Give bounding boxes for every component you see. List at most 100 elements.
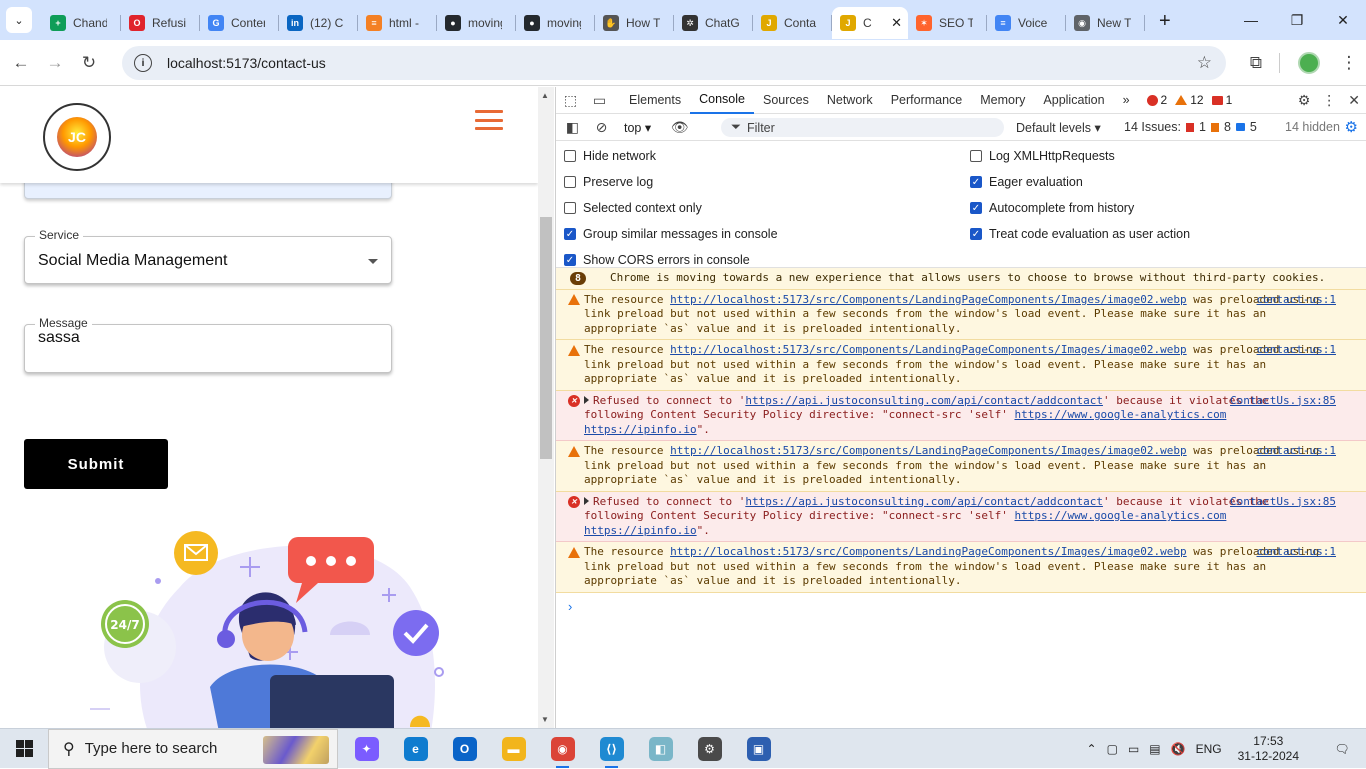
profile-avatar-icon[interactable]	[1298, 52, 1320, 74]
message-link[interactable]: https://api.justoconsulting.com/api/cont…	[745, 394, 1103, 407]
message-link[interactable]: https://ipinfo.io	[584, 423, 697, 436]
issue-badge[interactable]: 1	[1211, 93, 1232, 107]
taskbar-app[interactable]: ⟨⟩	[587, 729, 636, 769]
console-message-warn[interactable]: The resource http://localhost:5173/src/C…	[556, 289, 1366, 340]
scroll-up-arrow-icon[interactable]: ▲	[541, 91, 549, 100]
checkbox-empty-icon[interactable]	[564, 150, 576, 162]
checkbox-empty-icon[interactable]	[970, 150, 982, 162]
checkbox-checked-icon[interactable]: ✓	[970, 176, 982, 188]
console-settings-icon[interactable]: ⚙	[1345, 118, 1358, 136]
issues-counter[interactable]: 14 Issues: 1 8 5	[1124, 120, 1257, 134]
browser-tab[interactable]: ● moving	[437, 7, 516, 39]
browser-tab[interactable]: J Conta	[753, 7, 832, 39]
browser-tab[interactable]: G Content	[200, 7, 279, 39]
tab-search-button[interactable]: ⌄	[6, 7, 32, 33]
taskbar-app[interactable]: ▣	[734, 729, 783, 769]
message-source-link[interactable]: contact-us:1	[1257, 293, 1336, 308]
page-scrollbar[interactable]: ▲ ▼	[538, 87, 554, 728]
battery-icon[interactable]: ▭	[1128, 742, 1139, 756]
chevron-up-icon[interactable]: ⌃	[1087, 742, 1097, 756]
more-tabs-icon[interactable]: »	[1114, 87, 1139, 114]
console-option-checkbox[interactable]: ✓ Autocomplete from history	[970, 201, 1134, 215]
console-option-checkbox[interactable]: Hide network	[564, 149, 656, 163]
taskbar-app[interactable]: ◧	[636, 729, 685, 769]
new-tab-button[interactable]: +	[1159, 10, 1171, 33]
devtools-tab-application[interactable]: Application	[1034, 87, 1113, 114]
message-field[interactable]: Message sassa	[24, 316, 392, 373]
context-selector[interactable]: top ▾	[624, 120, 651, 135]
network-icon[interactable]: ▤	[1149, 742, 1160, 756]
start-button[interactable]	[0, 729, 48, 769]
browser-tab[interactable]: ≡ html -	[358, 7, 437, 39]
checkbox-checked-icon[interactable]: ✓	[564, 228, 576, 240]
taskbar-app[interactable]: ⚙	[685, 729, 734, 769]
message-source-link[interactable]: ContactUs.jsx:85	[1230, 394, 1336, 409]
restore-icon[interactable]: ❐	[1274, 0, 1320, 40]
clock[interactable]: 17:53 31-12-2024	[1233, 734, 1304, 764]
language-indicator[interactable]: ENG	[1196, 742, 1222, 756]
console-option-checkbox[interactable]: Log XMLHttpRequests	[970, 149, 1115, 163]
browser-tab[interactable]: ✶ SEO T	[908, 7, 987, 39]
devtools-tab-performance[interactable]: Performance	[882, 87, 972, 114]
console-option-checkbox[interactable]: ✓ Show CORS errors in console	[564, 253, 750, 267]
console-option-checkbox[interactable]: Preserve log	[564, 175, 653, 189]
checkbox-checked-icon[interactable]: ✓	[564, 254, 576, 266]
warning-badge[interactable]: 12	[1175, 93, 1204, 107]
devtools-menu-icon[interactable]: ⋮	[1322, 92, 1336, 109]
message-link[interactable]: https://api.justoconsulting.com/api/cont…	[745, 495, 1103, 508]
taskbar-app[interactable]: e	[391, 729, 440, 769]
message-source-link[interactable]: contact-us:1	[1257, 444, 1336, 459]
console-message-err[interactable]: ✕ Refused to connect to 'https://api.just…	[556, 390, 1366, 441]
url-text[interactable]: localhost:5173/contact-us	[167, 55, 326, 71]
console-option-checkbox[interactable]: ✓ Group similar messages in console	[564, 227, 778, 241]
expand-triangle-icon[interactable]	[584, 395, 589, 404]
message-value[interactable]: sassa	[38, 329, 80, 347]
hamburger-menu-icon[interactable]	[475, 110, 503, 130]
console-message-warn[interactable]: The resource http://localhost:5173/src/C…	[556, 441, 1366, 492]
reload-icon[interactable]: ↻	[72, 46, 106, 80]
submit-button[interactable]: Submit	[24, 439, 168, 489]
notifications-icon[interactable]: 🗨	[1323, 742, 1361, 756]
message-source-link[interactable]: ContactUs.jsx:85	[1230, 495, 1336, 510]
devtools-badges[interactable]: 2 12 1	[1146, 93, 1232, 107]
error-badge[interactable]: 2	[1146, 93, 1167, 107]
site-info-icon[interactable]: i	[134, 54, 152, 72]
minimize-icon[interactable]: —	[1228, 0, 1274, 40]
checkbox-checked-icon[interactable]: ✓	[970, 202, 982, 214]
console-filter-input[interactable]: ⏷ Filter	[721, 118, 1004, 137]
devtools-tab-network[interactable]: Network	[818, 87, 882, 114]
clear-console-icon[interactable]: ⊘	[587, 119, 616, 136]
checkbox-checked-icon[interactable]: ✓	[970, 228, 982, 240]
checkbox-empty-icon[interactable]	[564, 202, 576, 214]
message-source-link[interactable]: contact-us:1	[1257, 343, 1336, 358]
service-select[interactable]: Service Social Media Management	[24, 228, 392, 284]
console-message-warn[interactable]: The resource http://localhost:5173/src/C…	[556, 340, 1366, 391]
devtools-tab-memory[interactable]: Memory	[971, 87, 1034, 114]
back-arrow-icon[interactable]: ←	[4, 46, 38, 80]
devtools-tab-sources[interactable]: Sources	[754, 87, 818, 114]
message-link[interactable]: https://www.google-analytics.com	[1014, 509, 1226, 522]
browser-tab[interactable]: O Refusing	[121, 7, 200, 39]
message-link[interactable]: http://localhost:5173/src/Components/Lan…	[670, 343, 1187, 356]
browser-tab[interactable]: ◉ New T	[1066, 7, 1145, 39]
browser-tab[interactable]: in (12) C	[279, 7, 358, 39]
taskbar-app[interactable]: ▬	[489, 729, 538, 769]
devtools-tab-console[interactable]: Console	[690, 87, 754, 114]
taskbar-app[interactable]: ◉	[538, 729, 587, 769]
console-option-checkbox[interactable]: ✓ Eager evaluation	[970, 175, 1083, 189]
message-source-link[interactable]: contact-us:1	[1257, 545, 1336, 560]
browser-tab[interactable]: ✲ ChatG	[674, 7, 753, 39]
justo-consulting-logo[interactable]: JC	[43, 103, 111, 171]
extensions-icon[interactable]: ⧉	[1239, 46, 1273, 80]
taskbar-search[interactable]: ⚲ Type here to search	[48, 728, 338, 769]
menu-kebab-icon[interactable]: ⋮	[1332, 46, 1366, 80]
browser-tab[interactable]: + Chandi	[42, 7, 121, 39]
console-prompt[interactable]: ›	[556, 593, 1366, 614]
forward-arrow-icon[interactable]: →	[38, 46, 72, 80]
scroll-down-arrow-icon[interactable]: ▼	[541, 715, 549, 724]
bookmark-star-icon[interactable]: ☆	[1197, 53, 1212, 73]
browser-tab[interactable]: ≡ Voice	[987, 7, 1066, 39]
tab-close-icon[interactable]: ✕	[891, 15, 902, 31]
message-link[interactable]: https://ipinfo.io	[584, 524, 697, 537]
devtools-tab-elements[interactable]: Elements	[620, 87, 690, 114]
